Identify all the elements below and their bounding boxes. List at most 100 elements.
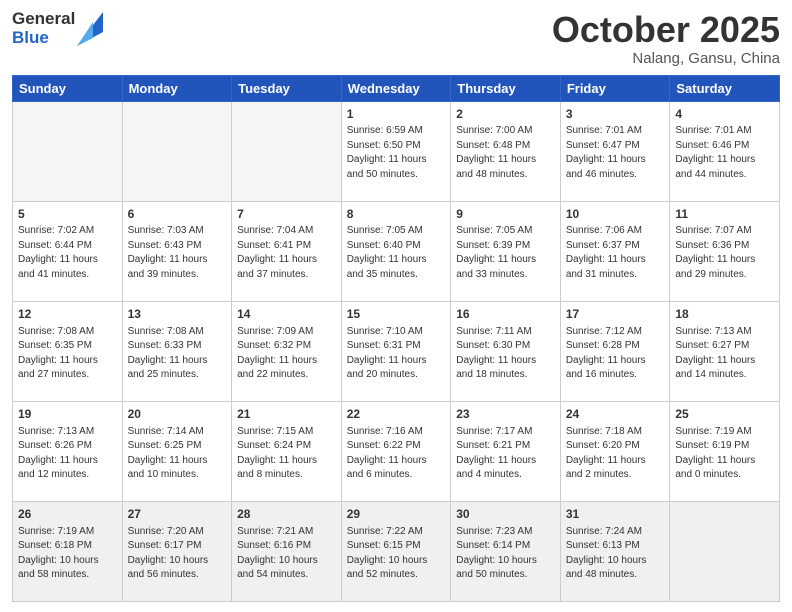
cell-details: Sunrise: 7:04 AMSunset: 6:41 PMDaylight:…: [237, 224, 336, 282]
day-number: 17: [566, 306, 665, 323]
day-number: 24: [566, 406, 665, 423]
cell-details: Sunrise: 7:05 AMSunset: 6:40 PMDaylight:…: [347, 224, 446, 282]
day-number: 19: [18, 406, 117, 423]
cell-details: Sunrise: 7:13 AMSunset: 6:26 PMDaylight:…: [18, 425, 117, 483]
weekday-header-monday: Monday: [122, 75, 232, 101]
logo-icon: [77, 12, 103, 46]
cell-details: Sunrise: 7:10 AMSunset: 6:31 PMDaylight:…: [347, 325, 446, 383]
day-number: 13: [128, 306, 227, 323]
calendar-cell: [670, 501, 780, 601]
day-number: 8: [347, 206, 446, 223]
calendar-cell: 31 Sunrise: 7:24 AMSunset: 6:13 PMDayligh…: [560, 501, 670, 601]
calendar-cell: 27Sunrise: 7:20 AMSunset: 6:17 PMDayligh…: [122, 501, 232, 601]
calendar-cell: 9Sunrise: 7:05 AMSunset: 6:39 PMDaylight…: [451, 201, 561, 301]
day-number: 2: [456, 106, 555, 123]
cell-details: Sunrise: 7:19 AMSunset: 6:19 PMDaylight:…: [675, 425, 774, 483]
day-number: 30: [456, 506, 555, 523]
calendar-cell: 16Sunrise: 7:11 AMSunset: 6:30 PMDayligh…: [451, 301, 561, 401]
day-number: 4: [675, 106, 774, 123]
calendar-cell: 22 Sunrise: 7:16 AMSunset: 6:22 PMDayligh…: [341, 401, 451, 501]
calendar-cell: 10Sunrise: 7:06 AMSunset: 6:37 PMDayligh…: [560, 201, 670, 301]
header: General Blue October 2025 Nalang, Gansu,…: [12, 10, 780, 67]
calendar-cell: 8Sunrise: 7:05 AMSunset: 6:40 PMDaylight…: [341, 201, 451, 301]
day-number: 7: [237, 206, 336, 223]
day-number: 21: [237, 406, 336, 423]
calendar-cell: [232, 101, 342, 201]
calendar-cell: 14 Sunrise: 7:09 AMSunset: 6:32 PMDayligh…: [232, 301, 342, 401]
calendar-cell: 19 Sunrise: 7:13 AMSunset: 6:26 PMDayligh…: [13, 401, 123, 501]
day-number: 27: [128, 506, 227, 523]
day-number: 6: [128, 206, 227, 223]
cell-details: Sunrise: 7:03 AMSunset: 6:43 PMDaylight:…: [128, 224, 227, 282]
day-number: 10: [566, 206, 665, 223]
day-number: 22: [347, 406, 446, 423]
day-number: 28: [237, 506, 336, 523]
cell-details: Sunrise: 7:07 AMSunset: 6:36 PMDaylight:…: [675, 224, 774, 282]
day-number: 25: [675, 406, 774, 423]
day-number: 3: [566, 106, 665, 123]
day-number: 5: [18, 206, 117, 223]
calendar-cell: 23 Sunrise: 7:17 AMSunset: 6:21 PMDayligh…: [451, 401, 561, 501]
calendar-cell: 20 Sunrise: 7:14 AMSunset: 6:25 PMDayligh…: [122, 401, 232, 501]
calendar-cell: 13 Sunrise: 7:08 AMSunset: 6:33 PMDayligh…: [122, 301, 232, 401]
title-block: October 2025 Nalang, Gansu, China: [552, 10, 780, 67]
cell-details: Sunrise: 7:12 AMSunset: 6:28 PMDaylight:…: [566, 325, 665, 383]
day-number: 11: [675, 206, 774, 223]
day-number: 29: [347, 506, 446, 523]
cell-details: Sunrise: 7:17 AMSunset: 6:21 PMDaylight:…: [456, 425, 555, 483]
logo-general: General: [12, 10, 75, 29]
calendar-cell: 6Sunrise: 7:03 AMSunset: 6:43 PMDaylight…: [122, 201, 232, 301]
cell-details: Sunrise: 7:08 AMSunset: 6:35 PMDaylight:…: [18, 325, 117, 383]
calendar-cell: [13, 101, 123, 201]
week-row-2: 5Sunrise: 7:02 AMSunset: 6:44 PMDaylight…: [13, 201, 780, 301]
main-container: General Blue October 2025 Nalang, Gansu,…: [0, 0, 792, 612]
calendar-cell: 25 Sunrise: 7:19 AMSunset: 6:19 PMDayligh…: [670, 401, 780, 501]
cell-details: Sunrise: 7:18 AMSunset: 6:20 PMDaylight:…: [566, 425, 665, 483]
calendar-cell: 28 Sunrise: 7:21 AMSunset: 6:16 PMDayligh…: [232, 501, 342, 601]
cell-details: Sunrise: 7:21 AMSunset: 6:16 PMDaylight:…: [237, 525, 336, 583]
calendar-cell: [122, 101, 232, 201]
logo: General Blue: [12, 10, 103, 47]
day-number: 31: [566, 506, 665, 523]
calendar-cell: 17 Sunrise: 7:12 AMSunset: 6:28 PMDayligh…: [560, 301, 670, 401]
calendar-cell: 7Sunrise: 7:04 AMSunset: 6:41 PMDaylight…: [232, 201, 342, 301]
day-number: 1: [347, 106, 446, 123]
cell-details: Sunrise: 7:24 AMSunset: 6:13 PMDaylight:…: [566, 525, 665, 583]
week-row-1: 1Sunrise: 6:59 AMSunset: 6:50 PMDaylight…: [13, 101, 780, 201]
weekday-header-friday: Friday: [560, 75, 670, 101]
calendar-cell: 15 Sunrise: 7:10 AMSunset: 6:31 PMDayligh…: [341, 301, 451, 401]
calendar-cell: 2Sunrise: 7:00 AMSunset: 6:48 PMDaylight…: [451, 101, 561, 201]
cell-details: Sunrise: 7:14 AMSunset: 6:25 PMDaylight:…: [128, 425, 227, 483]
cell-details: Sunrise: 7:02 AMSunset: 6:44 PMDaylight:…: [18, 224, 117, 282]
cell-details: Sunrise: 7:15 AMSunset: 6:24 PMDaylight:…: [237, 425, 336, 483]
day-number: 18: [675, 306, 774, 323]
cell-details: Sunrise: 7:06 AMSunset: 6:37 PMDaylight:…: [566, 224, 665, 282]
calendar-cell: 5Sunrise: 7:02 AMSunset: 6:44 PMDaylight…: [13, 201, 123, 301]
calendar-cell: 4Sunrise: 7:01 AMSunset: 6:46 PMDaylight…: [670, 101, 780, 201]
cell-details: Sunrise: 7:05 AMSunset: 6:39 PMDaylight:…: [456, 224, 555, 282]
weekday-header-thursday: Thursday: [451, 75, 561, 101]
day-number: 23: [456, 406, 555, 423]
cell-details: Sunrise: 7:13 AMSunset: 6:27 PMDaylight:…: [675, 325, 774, 383]
calendar-table: SundayMondayTuesdayWednesdayThursdayFrid…: [12, 75, 780, 602]
weekday-header-saturday: Saturday: [670, 75, 780, 101]
day-number: 20: [128, 406, 227, 423]
month-title: October 2025: [552, 10, 780, 50]
cell-details: Sunrise: 7:16 AMSunset: 6:22 PMDaylight:…: [347, 425, 446, 483]
cell-details: Sunrise: 7:11 AMSunset: 6:30 PMDaylight:…: [456, 325, 555, 383]
cell-details: Sunrise: 7:08 AMSunset: 6:33 PMDaylight:…: [128, 325, 227, 383]
week-row-5: 26Sunrise: 7:19 AMSunset: 6:18 PMDayligh…: [13, 501, 780, 601]
cell-details: Sunrise: 7:22 AMSunset: 6:15 PMDaylight:…: [347, 525, 446, 583]
cell-details: Sunrise: 7:09 AMSunset: 6:32 PMDaylight:…: [237, 325, 336, 383]
cell-details: Sunrise: 7:23 AMSunset: 6:14 PMDaylight:…: [456, 525, 555, 583]
weekday-header-tuesday: Tuesday: [232, 75, 342, 101]
day-number: 9: [456, 206, 555, 223]
calendar-cell: 12Sunrise: 7:08 AMSunset: 6:35 PMDayligh…: [13, 301, 123, 401]
day-number: 14: [237, 306, 336, 323]
calendar-cell: 1Sunrise: 6:59 AMSunset: 6:50 PMDaylight…: [341, 101, 451, 201]
calendar-cell: 24 Sunrise: 7:18 AMSunset: 6:20 PMDayligh…: [560, 401, 670, 501]
calendar-cell: 26Sunrise: 7:19 AMSunset: 6:18 PMDayligh…: [13, 501, 123, 601]
day-number: 26: [18, 506, 117, 523]
location: Nalang, Gansu, China: [552, 50, 780, 67]
day-number: 15: [347, 306, 446, 323]
